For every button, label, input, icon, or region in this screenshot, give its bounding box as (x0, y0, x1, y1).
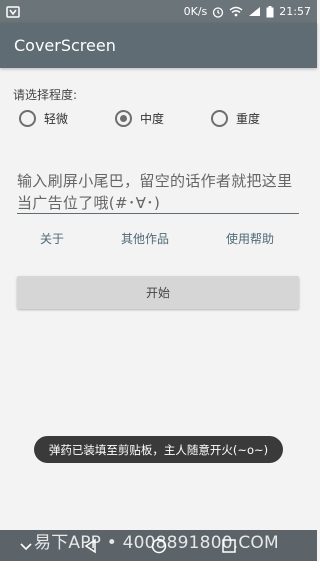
start-button[interactable]: 开始 (17, 276, 299, 309)
radio-label: 中度 (140, 112, 165, 126)
other-works-link[interactable]: 其他作品 (121, 230, 169, 247)
radio-circle-checked (115, 110, 132, 127)
battery-icon (266, 5, 274, 17)
watermark: 易下APP • 4008891800.COM (34, 533, 279, 553)
radio-label: 轻微 (44, 112, 69, 126)
degree-label: 请选择程度: (13, 88, 78, 102)
app-title: CoverScreen (14, 36, 116, 55)
radio-light[interactable]: 轻微 (19, 110, 68, 127)
radio-circle (211, 110, 228, 127)
main-content: 请选择程度: 轻微 中度 重度 输入刷屏小尾巴，留空的话作者就把这里当广告位了哦… (0, 68, 317, 530)
wifi-icon (229, 6, 243, 17)
tail-text-input[interactable]: 输入刷屏小尾巴，留空的话作者就把这里当广告位了哦(#･∀･) (17, 170, 299, 214)
hide-keyboard-icon[interactable] (17, 537, 35, 555)
radio-medium[interactable]: 中度 (115, 110, 164, 127)
about-link[interactable]: 关于 (40, 230, 64, 247)
degree-radio-group: 轻微 中度 重度 (0, 110, 317, 136)
radio-heavy[interactable]: 重度 (211, 110, 260, 127)
alarm-icon (213, 6, 224, 18)
toast-message: 弹药已装填至剪贴板，主人随意开火(~o~) (34, 436, 283, 463)
network-speed: 0K/s (183, 5, 208, 18)
help-link[interactable]: 使用帮助 (226, 230, 274, 247)
status-bar: 0K/s 21:57 (0, 0, 317, 23)
app-bar: CoverScreen (0, 23, 317, 68)
signal-icon (249, 7, 261, 16)
links-row: 关于 其他作品 使用帮助 (0, 230, 317, 248)
radio-label: 重度 (236, 112, 261, 126)
notification-icon (6, 5, 20, 18)
clock: 21:57 (279, 5, 311, 18)
radio-circle (19, 110, 36, 127)
